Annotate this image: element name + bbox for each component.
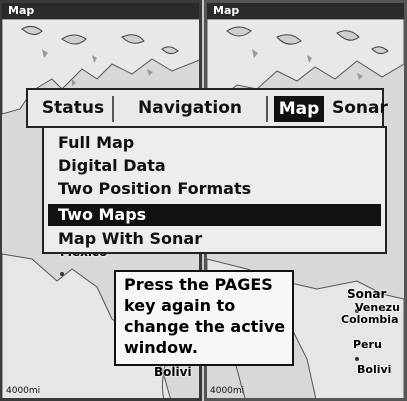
menu-item-two-maps[interactable]: Two Maps [48, 204, 381, 226]
map-scale-label: 4000mi [210, 386, 245, 396]
menu-item-full-map[interactable]: Full Map [48, 132, 381, 154]
place-label: Peru [353, 338, 382, 351]
tab-map[interactable]: Map [274, 96, 324, 122]
page-tab-bar: Status Navigation Map Sonar [26, 88, 388, 128]
callout-line: key again to [124, 296, 236, 315]
tab-navigation[interactable]: Navigation [114, 96, 268, 122]
place-label: Sonar [347, 287, 387, 301]
menu-item-map-with-sonar[interactable]: Map With Sonar [48, 228, 381, 250]
callout-line: change the active [124, 317, 286, 336]
map-page-menu: Full Map Digital Data Two Position Forma… [42, 126, 387, 254]
callout-line: Press the PAGES [124, 275, 273, 294]
menu-item-two-position-formats[interactable]: Two Position Formats [48, 178, 381, 200]
pane-title: Map [2, 3, 199, 19]
tab-status[interactable]: Status [34, 96, 114, 122]
place-label: Bolivi [154, 365, 192, 379]
pane-title: Map [207, 3, 404, 19]
instruction-callout: Press the PAGES key again to change the … [114, 270, 294, 366]
menu-item-digital-data[interactable]: Digital Data [48, 155, 381, 177]
map-scale-label: 4000mi [6, 386, 41, 396]
place-label: Bolivi [357, 363, 392, 376]
callout-line: window. [124, 338, 198, 357]
place-label: Colombia [341, 313, 399, 326]
tab-sonar[interactable]: Sonar [332, 96, 388, 122]
